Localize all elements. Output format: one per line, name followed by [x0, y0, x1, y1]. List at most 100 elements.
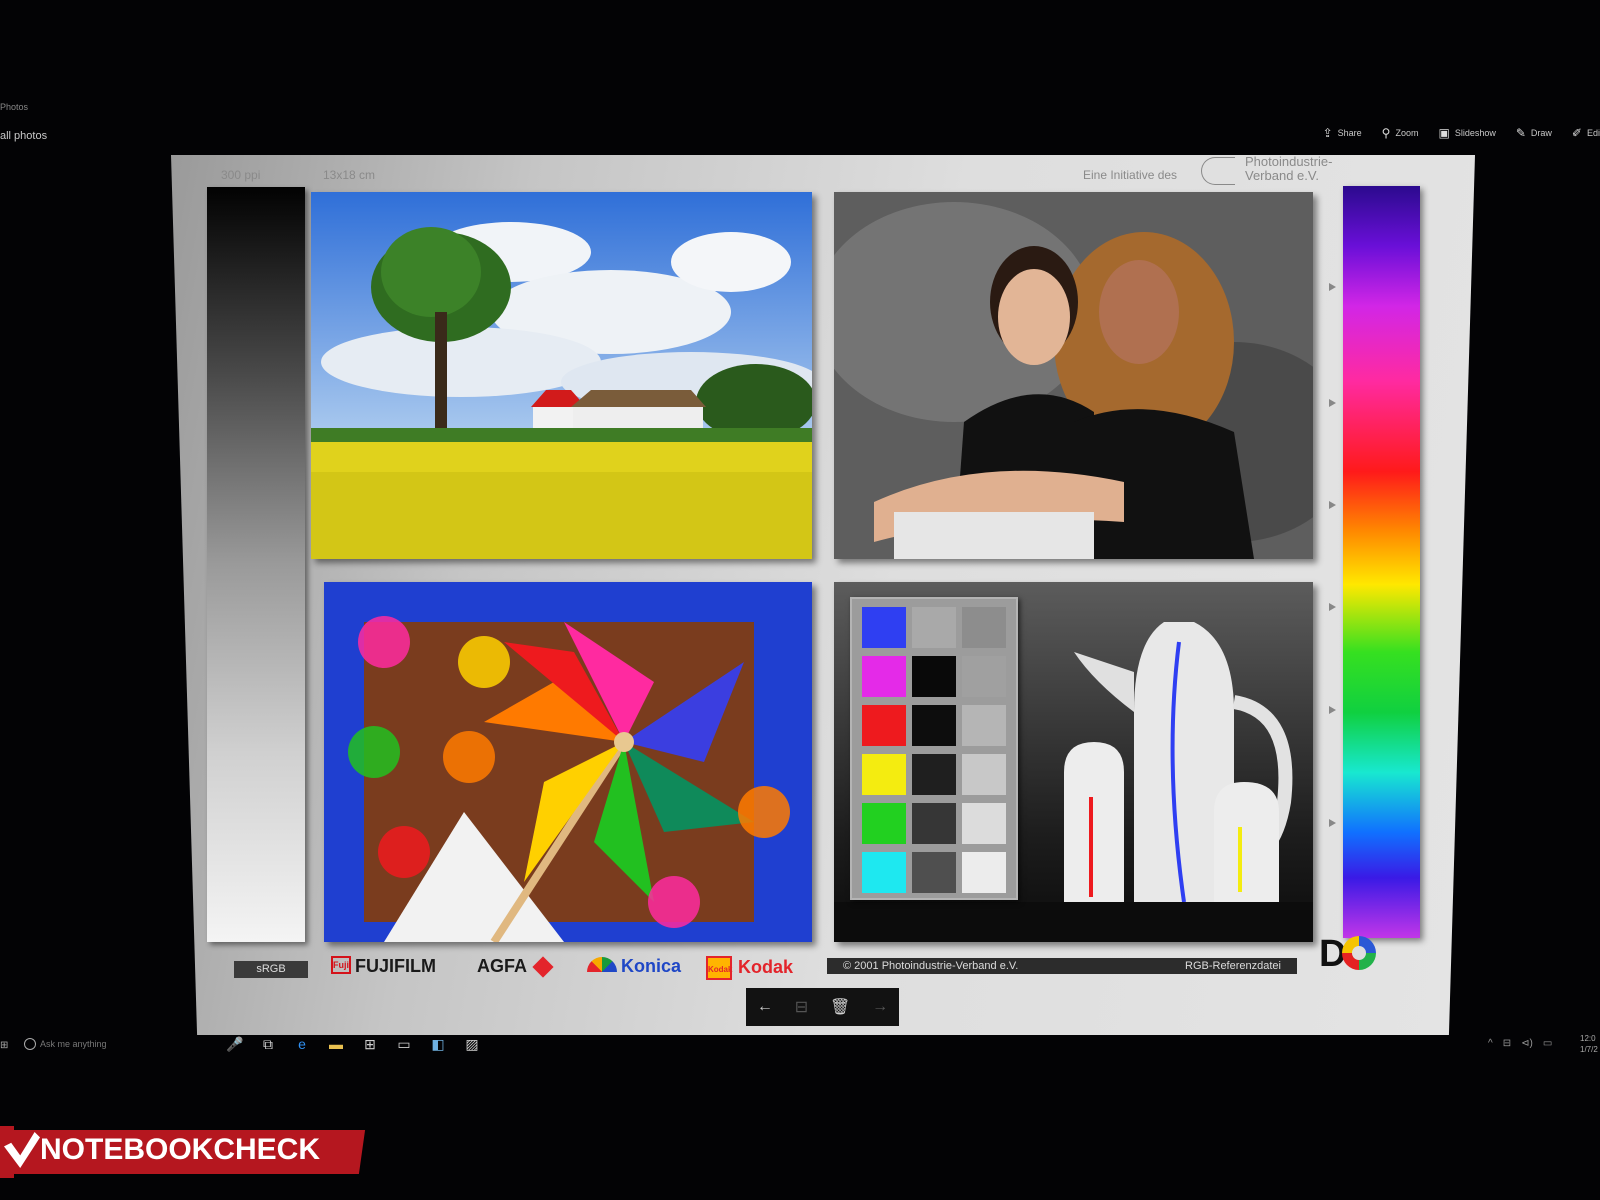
- light-patch-3: [962, 705, 1006, 746]
- spectrum-tick: [1329, 399, 1336, 407]
- konica-logo: Konica: [587, 956, 681, 977]
- konica-text: Konica: [621, 956, 682, 976]
- edit-button[interactable]: ✐ Edi: [1572, 126, 1600, 140]
- light-patch-5: [962, 803, 1006, 844]
- kodak-text: Kodak: [738, 956, 794, 977]
- displayed-photo[interactable]: 300 ppi 13x18 cm Eine Initiative des Pho…: [171, 155, 1475, 1035]
- share-button[interactable]: ⇪ Share: [1323, 126, 1362, 140]
- color-patch-magenta: [862, 656, 906, 697]
- delete-icon[interactable]: 🗑: [830, 997, 850, 1017]
- system-tray: ^ ⊟ ⊲) ▭: [1488, 1038, 1552, 1049]
- network-icon[interactable]: ⊟: [1503, 1038, 1511, 1049]
- light-patch-4: [962, 754, 1006, 795]
- cortana-search-box[interactable]: Ask me anything: [24, 1038, 107, 1050]
- resolution-label: 300 ppi: [221, 168, 261, 182]
- taskbar-apps: 🎤 ⧉ e ▬ ⊞ ▭ ◧ ▨: [226, 1036, 480, 1053]
- microphone-icon[interactable]: 🎤: [226, 1036, 243, 1053]
- volume-icon[interactable]: ⊲): [1521, 1038, 1533, 1049]
- color-patch-cyan: [862, 852, 906, 893]
- spectrum-tick: [1329, 819, 1336, 827]
- draw-label: Draw: [1530, 128, 1552, 138]
- photoindustrie-name: Photoindustrie- Verband e.V.: [1245, 155, 1332, 183]
- spectrum-tick: [1329, 283, 1336, 291]
- all-photos-link[interactable]: all photos: [0, 130, 47, 142]
- dq-color-ring-icon: [1342, 936, 1377, 970]
- start-button[interactable]: ⊞: [0, 1040, 8, 1051]
- image-nav-bar: ← ⊟ 🗑 →: [746, 988, 899, 1026]
- edge-icon[interactable]: e: [294, 1036, 310, 1053]
- gray-patch-3: [912, 705, 956, 746]
- landscape-photo: [311, 192, 812, 559]
- spectrum-tick: [1329, 706, 1336, 714]
- fujifilm-logo: Fuji FUJIFILM: [331, 956, 436, 977]
- clock[interactable]: 12:0 1/7/2: [1580, 1033, 1598, 1055]
- kodak-box-icon: Kodak: [706, 956, 732, 980]
- kodak-logo: Kodak Kodak: [706, 956, 793, 980]
- photoindustrie-logo-icon: [1201, 157, 1235, 185]
- gray-patch-2: [912, 656, 956, 697]
- explorer-icon[interactable]: ▬: [328, 1036, 344, 1053]
- konica-rainbow-icon: [587, 957, 617, 972]
- notebookcheck-watermark: NOTEBOOKCHECK: [0, 1126, 366, 1180]
- slideshow-label: Slideshow: [1454, 128, 1496, 138]
- edit-icon: ✐: [1571, 126, 1582, 140]
- next-arrow-icon[interactable]: →: [872, 998, 888, 1016]
- photos-icon[interactable]: ▨: [464, 1036, 480, 1053]
- zoom-label: Zoom: [1395, 128, 1419, 138]
- color-patch-blue: [862, 607, 906, 648]
- portrait-photo: [834, 192, 1313, 559]
- grayscale-wedge: [207, 187, 305, 942]
- reference-file-text: RGB-Referenzdatei: [1185, 960, 1281, 972]
- color-checker: [850, 597, 1018, 900]
- draw-button[interactable]: ✎ Draw: [1516, 126, 1552, 140]
- srgb-label: sRGB: [234, 961, 308, 978]
- dq-logo: D: [1319, 933, 1377, 976]
- pinwheels-photo: [324, 582, 812, 942]
- copyright-bar: © 2001 Photoindustrie-Verband e.V. RGB-R…: [827, 958, 1297, 974]
- print-size-label: 13x18 cm: [323, 168, 376, 182]
- color-spectrum-bar: [1343, 186, 1420, 938]
- gray-patch-6: [912, 852, 956, 893]
- agfa-rhombus-icon: [532, 956, 554, 978]
- fujifilm-text: FUJIFILM: [355, 956, 436, 976]
- color-patch-red: [862, 705, 906, 746]
- app-title: Photos: [0, 102, 29, 112]
- spectrum-tick: [1329, 603, 1336, 611]
- store-icon[interactable]: ⊞: [362, 1036, 378, 1053]
- gray-patch-4: [912, 754, 956, 795]
- fujifilm-mark-icon: Fuji: [331, 956, 351, 974]
- clock-date: 1/7/2: [1580, 1045, 1598, 1054]
- org-line-2: Verband e.V.: [1245, 168, 1319, 183]
- color-patch-yellow: [862, 754, 906, 795]
- info-icon[interactable]: ⊟: [795, 997, 808, 1017]
- search-placeholder: Ask me anything: [40, 1039, 107, 1049]
- previous-arrow-icon[interactable]: ←: [757, 998, 773, 1016]
- cortana-icon: [24, 1038, 36, 1050]
- draw-icon: ✎: [1515, 126, 1526, 140]
- agfa-logo: AGFA: [477, 956, 554, 978]
- share-label: Share: [1337, 128, 1362, 138]
- tray-chevron-icon[interactable]: ^: [1488, 1038, 1493, 1049]
- slideshow-icon: ▣: [1438, 126, 1450, 140]
- gray-patch-5: [912, 803, 956, 844]
- dq-letter: D: [1319, 933, 1347, 975]
- slideshow-button[interactable]: ▣ Slideshow: [1438, 126, 1495, 140]
- watermark-text: NOTEBOOKCHECK: [40, 1133, 321, 1166]
- app-window-icon[interactable]: ▭: [396, 1036, 412, 1053]
- light-patch-1: [962, 607, 1006, 648]
- copyright-text: © 2001 Photoindustrie-Verband e.V.: [843, 960, 1019, 972]
- clock-time: 12:0: [1580, 1034, 1596, 1043]
- keyboard-icon[interactable]: ▭: [1543, 1038, 1552, 1049]
- initiative-label: Eine Initiative des: [1083, 168, 1178, 182]
- task-view-icon[interactable]: ⧉: [260, 1036, 276, 1053]
- edit-label: Edi: [1586, 128, 1600, 138]
- zoom-button[interactable]: ⚲ Zoom: [1382, 126, 1419, 140]
- org-line-1: Photoindustrie-: [1245, 154, 1333, 169]
- zoom-icon: ⚲: [1381, 126, 1391, 140]
- app-tile-icon[interactable]: ◧: [430, 1036, 446, 1053]
- spectrum-tick: [1329, 501, 1336, 509]
- gray-patch-1: [912, 607, 956, 648]
- light-patch-2: [962, 656, 1006, 697]
- light-patch-6: [962, 852, 1006, 893]
- agfa-text: AGFA: [477, 956, 528, 976]
